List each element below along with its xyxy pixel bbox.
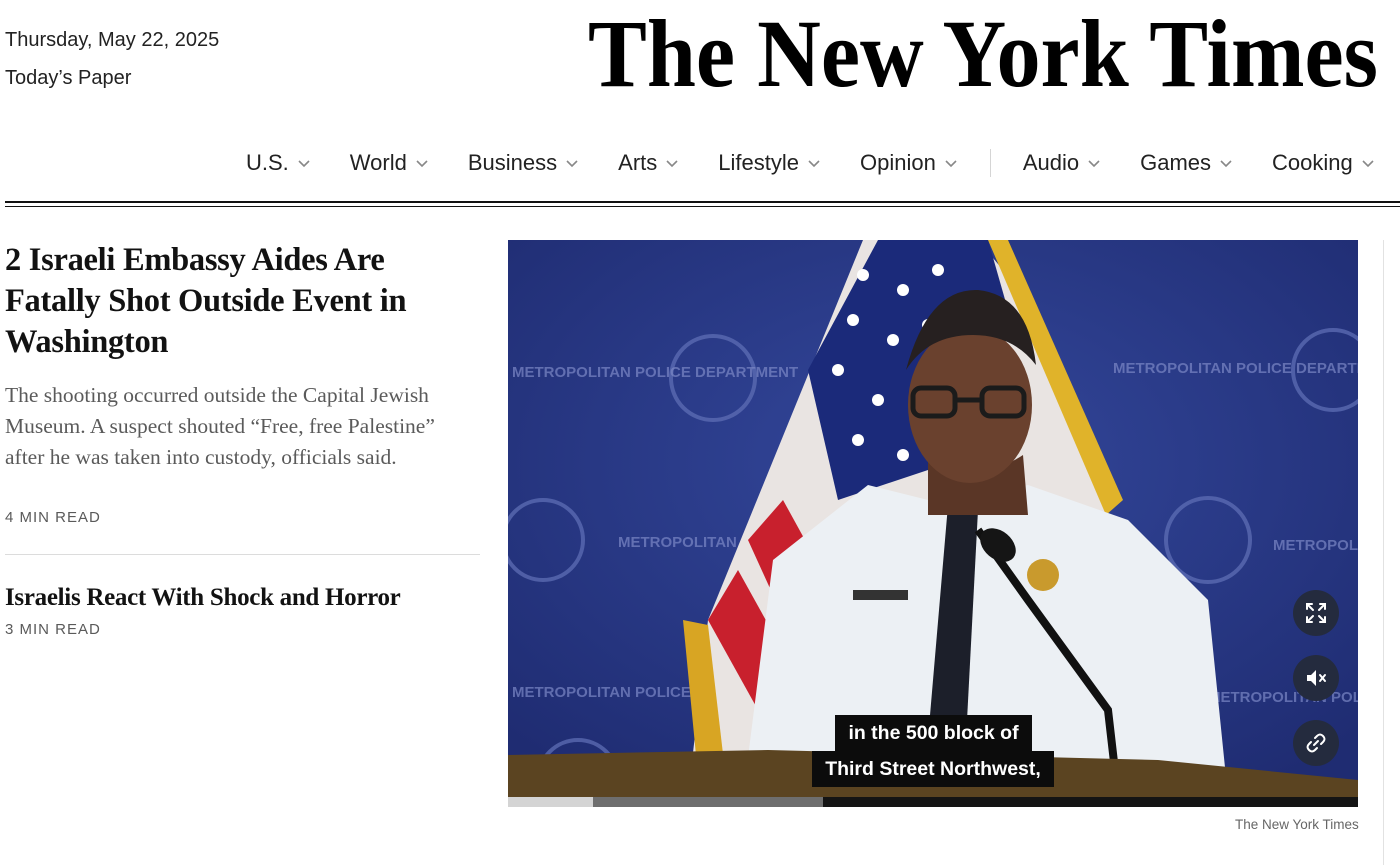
lead-story-read-time: 4 MIN READ (5, 509, 101, 526)
chevron-down-icon (665, 158, 679, 168)
video-player[interactable]: METROPOLITAN POLICE DEPARTMENT METROPOLI… (508, 240, 1358, 807)
muted-speaker-icon (1307, 670, 1326, 686)
section-nav: U.S. World Business Arts Lifestyle Opini… (246, 146, 1375, 180)
svg-text:METROPOLITAN POLICE DEPARTMENT: METROPOLITAN POLICE DEPARTMENT (1273, 537, 1358, 554)
story-divider (5, 554, 480, 555)
svg-text:METROPOLITAN POLICE DEPARTMENT: METROPOLITAN POLICE DEPARTMENT (1208, 689, 1358, 706)
chevron-down-icon (565, 158, 579, 168)
second-story-read-time: 3 MIN READ (5, 621, 101, 638)
nav-item-label: Business (467, 150, 558, 175)
chevron-down-icon (415, 158, 429, 168)
video-credit: The New York Times (1235, 817, 1359, 832)
nav-item-label: Audio (1022, 150, 1080, 175)
nav-item-label: U.S. (246, 150, 289, 175)
nav-item-label: Lifestyle (718, 150, 799, 175)
nav-item-audio[interactable]: Audio (1023, 150, 1101, 176)
chevron-down-icon (1219, 158, 1233, 168)
second-story-headline[interactable]: Israelis React With Shock and Horror (5, 583, 475, 613)
nav-item-label: Opinion (859, 150, 936, 175)
video-played-bar (508, 797, 593, 807)
date-block: Thursday, May 22, 2025 Today’s Paper (5, 26, 219, 92)
video-frame: METROPOLITAN POLICE DEPARTMENT METROPOLI… (508, 240, 1358, 797)
chevron-down-icon (1361, 158, 1375, 168)
mute-button[interactable] (1293, 655, 1339, 701)
nav-item-lifestyle[interactable]: Lifestyle (718, 150, 821, 176)
nav-item-business[interactable]: Business (468, 150, 579, 176)
nav-divider (989, 149, 991, 177)
chevron-down-icon (807, 158, 821, 168)
current-date: Thursday, May 22, 2025 (5, 29, 220, 51)
nav-item-opinion[interactable]: Opinion (860, 150, 958, 176)
nav-item-world[interactable]: World (350, 150, 429, 176)
svg-text:METROPOLITAN POLICE DEPARTMENT: METROPOLITAN POLICE DEPARTMENT (1113, 360, 1358, 377)
caption-line-2: Third Street Northwest, (508, 751, 1358, 787)
svg-text:METROPOLITAN POLICE DEPARTMENT: METROPOLITAN POLICE DEPARTMENT (512, 364, 798, 381)
header-double-rule (5, 201, 1400, 207)
chevron-down-icon (944, 158, 958, 168)
masthead-logo[interactable]: The New York Times (588, 0, 1380, 120)
copy-link-button[interactable] (1293, 720, 1339, 766)
masthead-logo-wordmark: The New York Times (588, 0, 1378, 107)
caption-line-1: in the 500 block of (508, 715, 1358, 751)
nav-item-us[interactable]: U.S. (246, 150, 311, 176)
svg-text:The New York Times: The New York Times (588, 2, 1378, 107)
nav-item-label: World (349, 150, 407, 175)
nav-item-label: Games (1140, 150, 1212, 175)
todays-paper-link[interactable]: Today’s Paper (5, 64, 219, 92)
nav-item-label: Cooking (1272, 150, 1353, 175)
video-progress-bar[interactable] (508, 797, 1358, 807)
chevron-down-icon (1087, 158, 1101, 168)
link-icon (1306, 733, 1326, 753)
lead-story-summary[interactable]: The shooting occurred outside the Capita… (5, 380, 465, 473)
nav-item-games[interactable]: Games (1140, 150, 1233, 176)
column-rule (1383, 240, 1384, 865)
fullscreen-button[interactable] (1293, 590, 1339, 636)
nav-item-cooking[interactable]: Cooking (1272, 150, 1375, 176)
fullscreen-icon (1306, 603, 1326, 623)
nav-item-arts[interactable]: Arts (618, 150, 679, 176)
nav-item-label: Arts (618, 150, 658, 175)
lead-story-headline[interactable]: 2 Israeli Embassy Aides Are Fatally Shot… (5, 240, 475, 363)
chevron-down-icon (297, 158, 311, 168)
